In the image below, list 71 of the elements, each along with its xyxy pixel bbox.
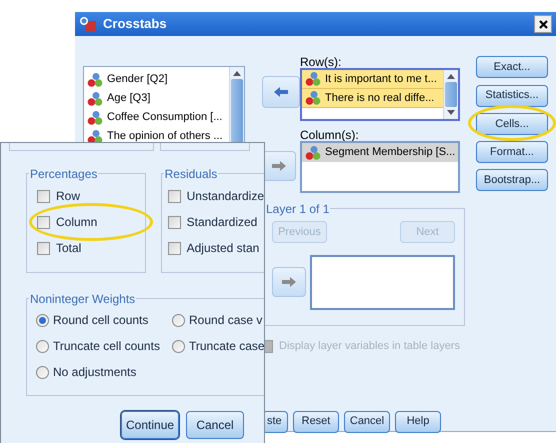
checkbox-label: Unstandardize	[186, 188, 264, 205]
move-arrow-button[interactable]	[262, 151, 296, 181]
item-label: Segment Membership [S...	[325, 145, 456, 160]
window-title: Crosstabs	[103, 15, 167, 34]
dialog-button[interactable]: Cells...	[476, 112, 548, 135]
checkbox-label: Row	[56, 188, 80, 205]
dialog-button[interactable]: Cancel	[344, 410, 390, 432]
radio-button[interactable]	[172, 340, 185, 352]
radio-button[interactable]	[172, 314, 185, 326]
item-label: It is important to me t...	[325, 72, 437, 87]
variable-list[interactable]: Segment Membership [S...	[300, 141, 460, 193]
checkbox-label: Standardized	[186, 214, 258, 231]
move-arrow-button[interactable]	[272, 267, 306, 297]
list-item[interactable]: Gender [Q2]	[84, 70, 229, 89]
radio-button[interactable]	[36, 366, 49, 378]
checkbox-label: Column	[56, 214, 98, 231]
checkbox[interactable]	[168, 216, 181, 228]
variable-icon	[305, 90, 321, 106]
checkbox-label: Total	[56, 240, 82, 257]
scroll-up-icon[interactable]	[447, 73, 455, 79]
variable-icon	[87, 72, 103, 88]
variable-icon	[87, 110, 103, 126]
radio-label: Truncate cell counts	[53, 338, 160, 355]
scrollbar[interactable]	[443, 70, 458, 119]
dialog-button[interactable]: Bootstrap...	[476, 169, 548, 192]
radio-label: Round case v	[189, 312, 262, 329]
dialog-button[interactable]: Help	[395, 410, 441, 432]
list-item[interactable]: Coffee Consumption [...	[84, 108, 229, 127]
item-label: There is no real diffe...	[325, 90, 434, 106]
layer-list[interactable]	[310, 255, 455, 310]
list-item[interactable]: Age [Q3]	[84, 89, 229, 108]
rows-label: Row(s):	[300, 54, 342, 68]
checkbox[interactable]	[37, 242, 50, 254]
variable-icon	[305, 144, 321, 160]
dialog-button[interactable]: Exact...	[476, 56, 548, 78]
item-label: Coffee Consumption [...	[107, 110, 222, 126]
list-item[interactable]: There is no real diffe...	[302, 89, 443, 108]
app-icon	[79, 16, 97, 32]
arrow-icon	[271, 160, 287, 172]
close-button[interactable]	[534, 15, 552, 33]
checkbox[interactable]	[37, 216, 50, 228]
item-label: The opinion of others ...	[107, 129, 223, 144]
item-label: Age [Q3]	[107, 91, 150, 106]
checkbox-label: Adjusted stan	[186, 240, 260, 257]
move-arrow-button[interactable]	[262, 76, 300, 108]
arrow-icon	[273, 86, 289, 98]
checkbox-label: Display layer variables in table layers	[279, 339, 460, 354]
checkbox[interactable]	[168, 190, 181, 202]
dialog-button[interactable]: Cancel	[186, 411, 244, 439]
checkbox[interactable]	[168, 242, 181, 254]
radio-button[interactable]	[36, 340, 49, 352]
dialog-button[interactable]: Statistics...	[476, 84, 548, 106]
dialog-button[interactable]: Continue	[121, 411, 179, 439]
radio-button[interactable]	[36, 314, 49, 326]
columns-label: Column(s):	[300, 127, 360, 141]
list-item[interactable]: Segment Membership [S...	[302, 143, 458, 162]
variable-icon	[305, 71, 321, 87]
scroll-down-icon[interactable]	[447, 110, 455, 116]
radio-label: Round cell counts	[53, 312, 148, 329]
item-label: Gender [Q2]	[107, 72, 168, 88]
dialog-button[interactable]: Reset	[293, 410, 339, 432]
scroll-up-icon[interactable]	[233, 70, 241, 76]
list-item[interactable]: It is important to me t...	[302, 70, 443, 89]
close-icon	[538, 20, 548, 28]
arrow-icon	[281, 276, 297, 288]
dialog-button[interactable]: Format...	[476, 141, 548, 163]
radio-label: No adjustments	[53, 364, 136, 381]
variable-list[interactable]: It is important to me t... There is no real diffe...	[300, 68, 460, 121]
checkbox[interactable]	[37, 190, 50, 202]
radio-label: Truncate case	[189, 338, 264, 355]
variable-icon	[87, 90, 103, 106]
